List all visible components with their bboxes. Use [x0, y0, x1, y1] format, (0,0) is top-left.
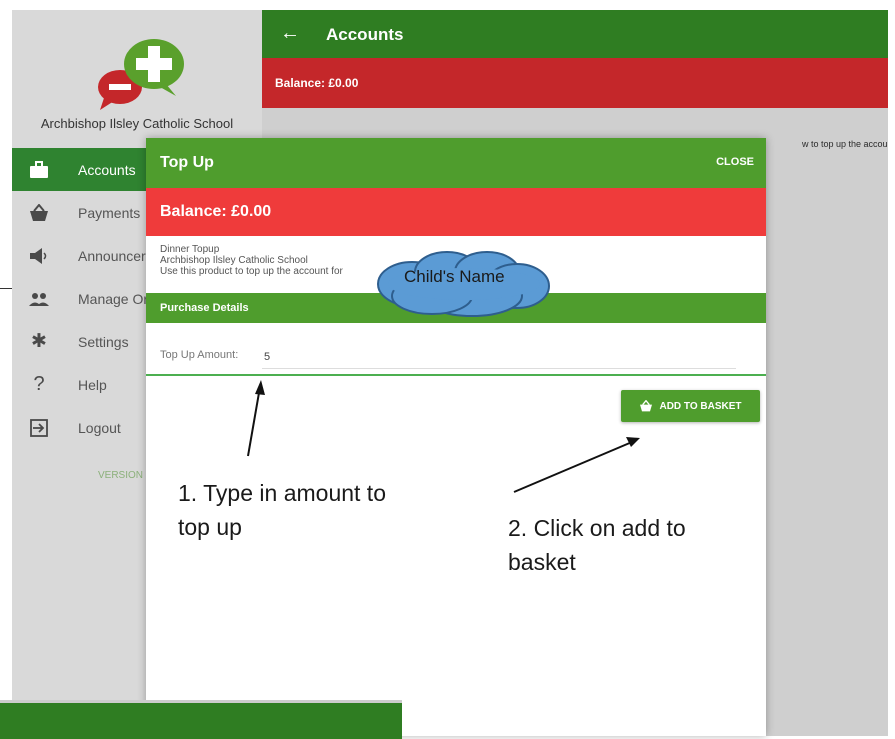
- sidebar-item-label: Logout: [78, 419, 121, 436]
- add-to-basket-label: ADD TO BASKET: [659, 400, 742, 412]
- arrow-left-icon[interactable]: ←: [280, 22, 300, 45]
- add-to-basket-button[interactable]: ADD TO BASKET: [621, 390, 760, 422]
- account-balance: Balance: £0.00: [275, 76, 359, 90]
- school-name: Archbishop Ilsley Catholic School: [40, 116, 234, 131]
- logo-icon: [98, 39, 184, 110]
- sidebar-item-label: Announcer: [78, 247, 146, 264]
- dialog-title: Top Up: [160, 154, 214, 171]
- version-label: VERSION: [98, 470, 144, 481]
- dialog-balance: Balance: £0.00: [160, 203, 272, 220]
- product-name: Dinner Topup: [160, 244, 220, 255]
- people-icon: [26, 288, 52, 310]
- top-up-amount-label: Top Up Amount:: [160, 349, 239, 361]
- account-balance-bar: Balance: £0.00: [262, 58, 888, 108]
- sidebar-item-label: Manage Or: [78, 290, 149, 307]
- step2-annotation: 2. Click on add to basket: [508, 515, 686, 575]
- help-icon: ?: [33, 373, 45, 395]
- app-bar: ← Accounts: [262, 10, 888, 58]
- sidebar-item-label: Settings: [78, 333, 129, 350]
- product-school: Archbishop Ilsley Catholic School: [160, 255, 308, 266]
- sidebar-item-label: Accounts: [78, 161, 136, 178]
- page-title: Accounts: [326, 25, 404, 44]
- bottom-green-bar: [0, 700, 402, 739]
- cloud-label: Child's Name: [404, 267, 505, 286]
- logout-icon: [26, 417, 52, 439]
- divider: [0, 288, 12, 289]
- product-description: Use this product to top up the account f…: [160, 266, 343, 277]
- basket-icon: [26, 202, 52, 224]
- gear-icon: ✱: [31, 331, 47, 352]
- dialog-balance-bar: Balance: £0.00: [146, 188, 766, 236]
- sidebar-item-label: Help: [78, 376, 107, 393]
- briefcase-icon: [26, 159, 52, 181]
- top-up-dialog: Top Up CLOSE Balance: £0.00 Dinner Topup…: [146, 138, 766, 736]
- megaphone-icon: [26, 245, 52, 267]
- dialog-header: Top Up CLOSE: [146, 138, 766, 188]
- basket-icon: [640, 400, 653, 412]
- product-info: Dinner Topup Archbishop Ilsley Catholic …: [160, 244, 343, 277]
- top-up-amount-row: Top Up Amount:: [146, 344, 766, 376]
- section-title: Purchase Details: [160, 302, 249, 314]
- step1-annotation: 1. Type in amount to top up: [178, 480, 386, 540]
- top-up-amount-input[interactable]: [262, 346, 736, 369]
- close-button[interactable]: CLOSE: [716, 156, 754, 168]
- sidebar-item-label: Payments: [78, 204, 141, 221]
